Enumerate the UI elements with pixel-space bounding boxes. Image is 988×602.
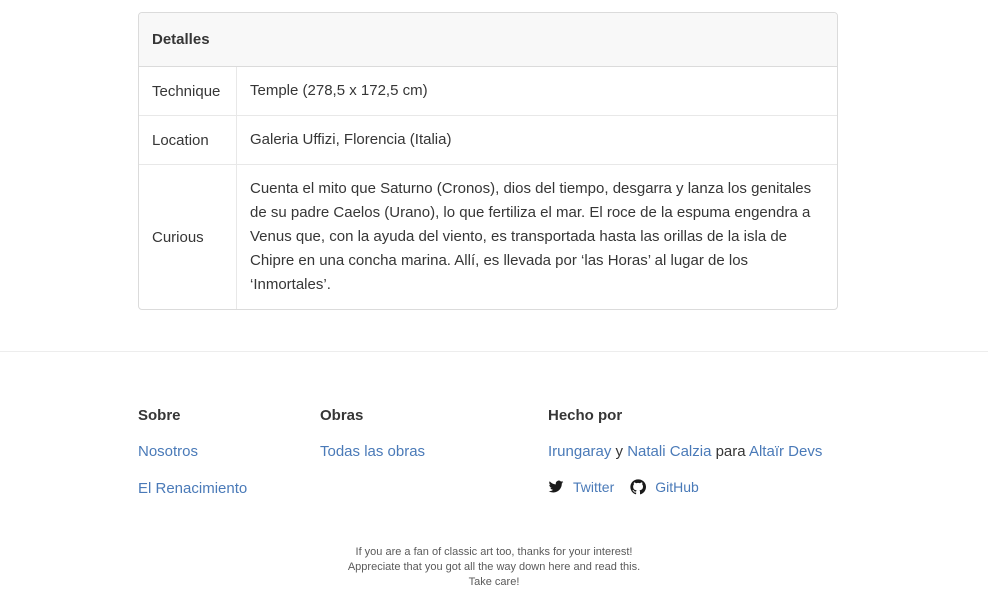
twitter-link[interactable]: Twitter: [548, 479, 614, 495]
footer-note-line3: Take care!: [468, 576, 520, 588]
github-label: GitHub: [655, 479, 699, 495]
details-header: Detalles: [139, 13, 837, 67]
link-todas-las-obras[interactable]: Todas las obras: [320, 442, 425, 462]
table-row: Technique Temple (278,5 x 172,5 cm): [139, 67, 837, 116]
made-by-line: Irungaray y Natali Calzia para Altaïr De…: [548, 442, 822, 462]
twitter-icon: [548, 480, 564, 493]
site-footer: Sobre Nosotros El Renacimiento Obras Tod…: [0, 351, 988, 602]
table-row: Curious Cuenta el mito que Saturno (Cron…: [139, 165, 837, 309]
row-value-curious: Cuenta el mito que Saturno (Cronos), dio…: [250, 180, 812, 293]
made-by-conj: y: [615, 443, 624, 460]
footer-col-hecho-por: Hecho por Irungaray y Natali Calzia para…: [548, 407, 822, 495]
social-links: Twitter GitHub: [548, 479, 822, 495]
row-label-curious: Curious: [139, 165, 237, 309]
link-irungaray[interactable]: Irungaray: [548, 443, 611, 460]
footer-title-sobre: Sobre: [138, 407, 181, 424]
row-value-location: Galeria Uffizi, Florencia (Italia): [250, 131, 452, 148]
link-el-renacimiento[interactable]: El Renacimiento: [138, 479, 247, 499]
github-link[interactable]: GitHub: [630, 479, 699, 495]
footer-col-sobre: Sobre Nosotros El Renacimiento: [138, 407, 247, 499]
footer-title-obras: Obras: [320, 407, 364, 424]
table-row: Location Galeria Uffizi, Florencia (Ital…: [139, 116, 837, 165]
details-table: Detalles Technique Temple (278,5 x 172,5…: [138, 12, 838, 310]
github-icon: [630, 479, 647, 495]
row-label-technique: Technique: [139, 67, 237, 115]
link-nosotros[interactable]: Nosotros: [138, 442, 247, 462]
made-by-para: para: [715, 443, 746, 460]
row-value-technique: Temple (278,5 x 172,5 cm): [250, 82, 428, 99]
footer-title-hecho-por: Hecho por: [548, 407, 623, 424]
row-label-location: Location: [139, 116, 237, 164]
link-natali-calzia[interactable]: Natali Calzia: [627, 443, 711, 460]
twitter-label: Twitter: [573, 479, 615, 495]
footer-note: If you are a fan of classic art too, tha…: [0, 545, 988, 590]
footer-note-line2: Appreciate that you got all the way down…: [347, 561, 641, 573]
footer-col-obras: Obras Todas las obras: [320, 407, 425, 462]
footer-note-line1: If you are a fan of classic art too, tha…: [355, 546, 633, 558]
link-altair-devs[interactable]: Altaïr Devs: [749, 443, 822, 460]
